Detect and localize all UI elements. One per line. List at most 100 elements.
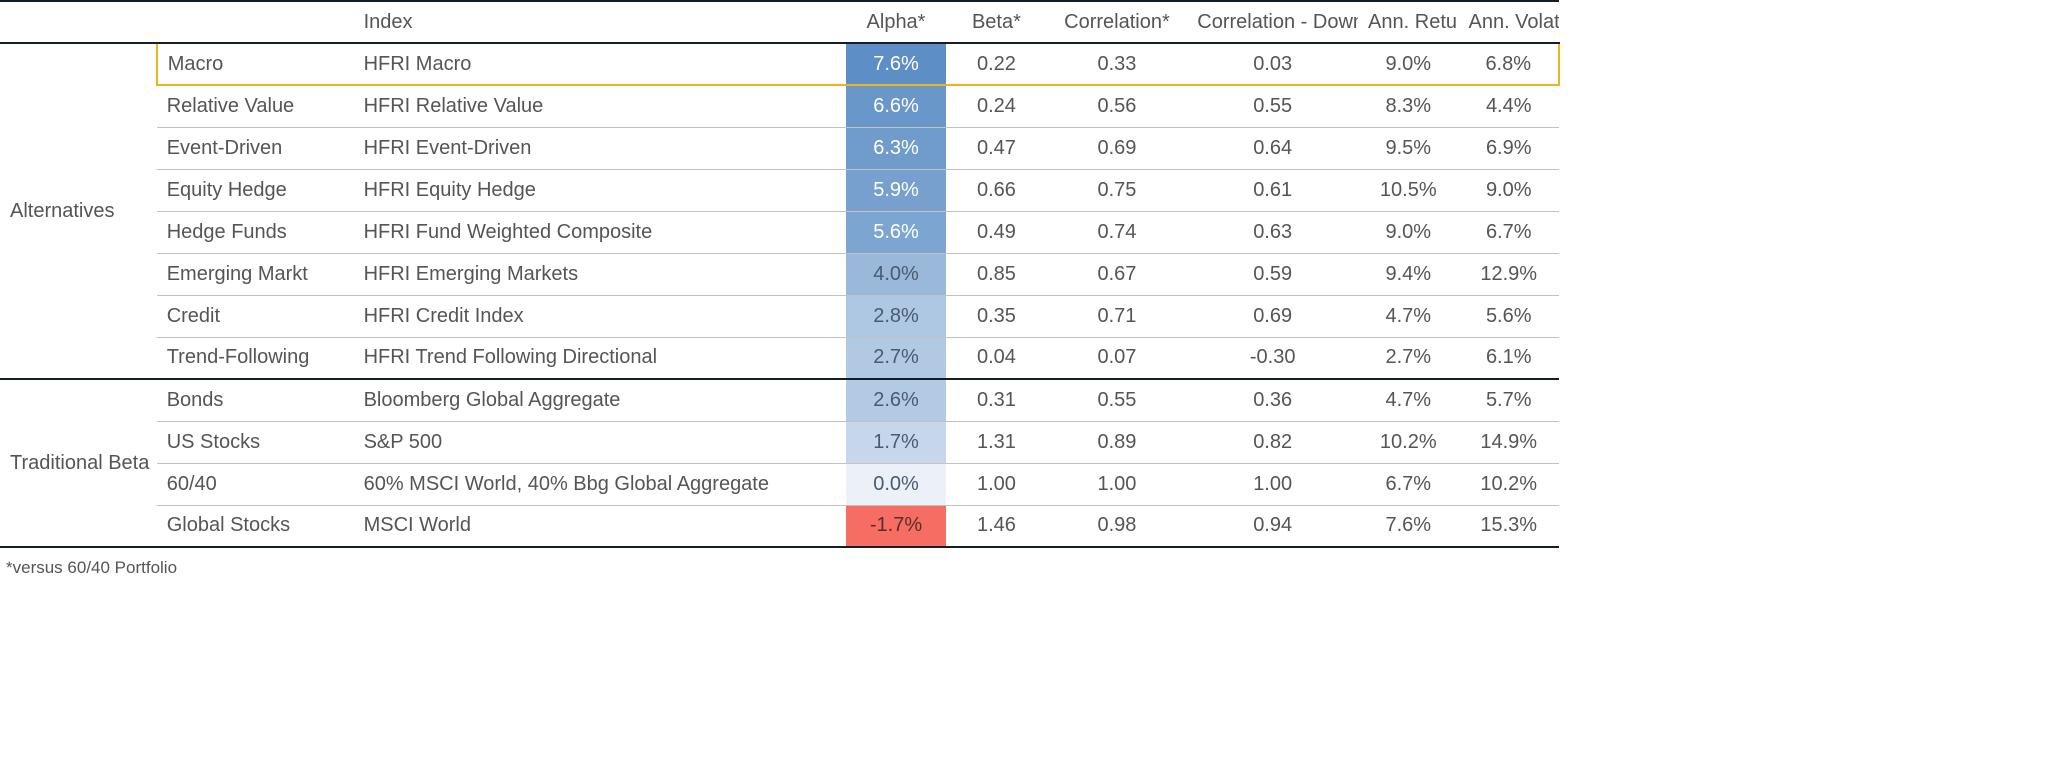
beta-value: 1.31 bbox=[946, 421, 1046, 463]
category-label: Hedge Funds bbox=[157, 211, 354, 253]
performance-table: Index Alpha* Beta* Correlation* Correlat… bbox=[0, 0, 1560, 548]
corr-value: 0.89 bbox=[1047, 421, 1188, 463]
corrdm-value: 0.64 bbox=[1187, 127, 1358, 169]
header-annret: Ann. Returns bbox=[1358, 1, 1458, 43]
group-label: Traditional Beta bbox=[0, 379, 157, 547]
index-label: HFRI Event-Driven bbox=[354, 127, 846, 169]
table-row: CreditHFRI Credit Index2.8%0.350.710.694… bbox=[0, 295, 1559, 337]
annret-value: 6.7% bbox=[1358, 463, 1458, 505]
beta-value: 0.49 bbox=[946, 211, 1046, 253]
annret-value: 9.4% bbox=[1358, 253, 1458, 295]
header-group bbox=[0, 1, 157, 43]
alpha-value: 4.0% bbox=[846, 253, 946, 295]
annvol-value: 9.0% bbox=[1458, 169, 1559, 211]
table-header-row: Index Alpha* Beta* Correlation* Correlat… bbox=[0, 1, 1559, 43]
corrdm-value: 1.00 bbox=[1187, 463, 1358, 505]
beta-value: 0.24 bbox=[946, 85, 1046, 127]
group-label: Alternatives bbox=[0, 43, 157, 379]
alpha-value: -1.7% bbox=[846, 505, 946, 547]
index-label: S&P 500 bbox=[354, 421, 846, 463]
category-label: Credit bbox=[157, 295, 354, 337]
corr-value: 0.55 bbox=[1047, 379, 1188, 421]
corr-value: 0.33 bbox=[1047, 43, 1188, 85]
annret-value: 2.7% bbox=[1358, 337, 1458, 379]
corrdm-value: 0.36 bbox=[1187, 379, 1358, 421]
category-label: Relative Value bbox=[157, 85, 354, 127]
alpha-value: 5.9% bbox=[846, 169, 946, 211]
annvol-value: 6.1% bbox=[1458, 337, 1559, 379]
corr-value: 0.71 bbox=[1047, 295, 1188, 337]
header-beta: Beta* bbox=[946, 1, 1046, 43]
annret-value: 4.7% bbox=[1358, 379, 1458, 421]
alpha-value: 2.7% bbox=[846, 337, 946, 379]
table-row: Relative ValueHFRI Relative Value6.6%0.2… bbox=[0, 85, 1559, 127]
table-body: AlternativesMacroHFRI Macro7.6%0.220.330… bbox=[0, 43, 1559, 547]
annret-value: 9.5% bbox=[1358, 127, 1458, 169]
corr-value: 0.67 bbox=[1047, 253, 1188, 295]
annret-value: 10.5% bbox=[1358, 169, 1458, 211]
annvol-value: 4.4% bbox=[1458, 85, 1559, 127]
table-row: US StocksS&P 5001.7%1.310.890.8210.2%14.… bbox=[0, 421, 1559, 463]
annret-value: 4.7% bbox=[1358, 295, 1458, 337]
beta-value: 0.22 bbox=[946, 43, 1046, 85]
alpha-value: 7.6% bbox=[846, 43, 946, 85]
table-row: Event-DrivenHFRI Event-Driven6.3%0.470.6… bbox=[0, 127, 1559, 169]
index-label: HFRI Macro bbox=[354, 43, 846, 85]
corrdm-value: 0.63 bbox=[1187, 211, 1358, 253]
table-footnote: *versus 60/40 Portfolio bbox=[0, 548, 2048, 578]
table-row: Traditional BetaBondsBloomberg Global Ag… bbox=[0, 379, 1559, 421]
annret-value: 8.3% bbox=[1358, 85, 1458, 127]
annvol-value: 15.3% bbox=[1458, 505, 1559, 547]
category-label: 60/40 bbox=[157, 463, 354, 505]
annret-value: 9.0% bbox=[1358, 211, 1458, 253]
category-label: Macro bbox=[157, 43, 354, 85]
alpha-value: 1.7% bbox=[846, 421, 946, 463]
corr-value: 1.00 bbox=[1047, 463, 1188, 505]
table-row: Global StocksMSCI World-1.7%1.460.980.94… bbox=[0, 505, 1559, 547]
category-label: Emerging Markt bbox=[157, 253, 354, 295]
index-label: Bloomberg Global Aggregate bbox=[354, 379, 846, 421]
corrdm-value: 0.59 bbox=[1187, 253, 1358, 295]
index-label: HFRI Credit Index bbox=[354, 295, 846, 337]
annvol-value: 6.9% bbox=[1458, 127, 1559, 169]
category-label: Equity Hedge bbox=[157, 169, 354, 211]
annvol-value: 10.2% bbox=[1458, 463, 1559, 505]
header-index: Index bbox=[354, 1, 846, 43]
beta-value: 0.85 bbox=[946, 253, 1046, 295]
header-corr: Correlation* bbox=[1047, 1, 1188, 43]
table-row: Hedge FundsHFRI Fund Weighted Composite5… bbox=[0, 211, 1559, 253]
beta-value: 0.04 bbox=[946, 337, 1046, 379]
category-label: US Stocks bbox=[157, 421, 354, 463]
corrdm-value: 0.03 bbox=[1187, 43, 1358, 85]
annvol-value: 5.7% bbox=[1458, 379, 1559, 421]
index-label: MSCI World bbox=[354, 505, 846, 547]
beta-value: 1.00 bbox=[946, 463, 1046, 505]
annret-value: 7.6% bbox=[1358, 505, 1458, 547]
corrdm-value: 0.94 bbox=[1187, 505, 1358, 547]
annvol-value: 5.6% bbox=[1458, 295, 1559, 337]
corr-value: 0.69 bbox=[1047, 127, 1188, 169]
annvol-value: 12.9% bbox=[1458, 253, 1559, 295]
table-row: 60/4060% MSCI World, 40% Bbg Global Aggr… bbox=[0, 463, 1559, 505]
beta-value: 0.31 bbox=[946, 379, 1046, 421]
index-label: HFRI Relative Value bbox=[354, 85, 846, 127]
index-label: HFRI Trend Following Directional bbox=[354, 337, 846, 379]
annvol-value: 6.8% bbox=[1458, 43, 1559, 85]
header-annvol: Ann. Volatility bbox=[1458, 1, 1559, 43]
annret-value: 10.2% bbox=[1358, 421, 1458, 463]
table-row: Emerging MarktHFRI Emerging Markets4.0%0… bbox=[0, 253, 1559, 295]
alpha-value: 0.0% bbox=[846, 463, 946, 505]
table-row: AlternativesMacroHFRI Macro7.6%0.220.330… bbox=[0, 43, 1559, 85]
annvol-value: 6.7% bbox=[1458, 211, 1559, 253]
beta-value: 0.66 bbox=[946, 169, 1046, 211]
index-label: 60% MSCI World, 40% Bbg Global Aggregate bbox=[354, 463, 846, 505]
table-row: Equity HedgeHFRI Equity Hedge5.9%0.660.7… bbox=[0, 169, 1559, 211]
index-label: HFRI Fund Weighted Composite bbox=[354, 211, 846, 253]
index-label: HFRI Equity Hedge bbox=[354, 169, 846, 211]
alpha-value: 2.6% bbox=[846, 379, 946, 421]
beta-value: 0.35 bbox=[946, 295, 1046, 337]
corr-value: 0.56 bbox=[1047, 85, 1188, 127]
alpha-value: 5.6% bbox=[846, 211, 946, 253]
beta-value: 0.47 bbox=[946, 127, 1046, 169]
alpha-value: 6.3% bbox=[846, 127, 946, 169]
